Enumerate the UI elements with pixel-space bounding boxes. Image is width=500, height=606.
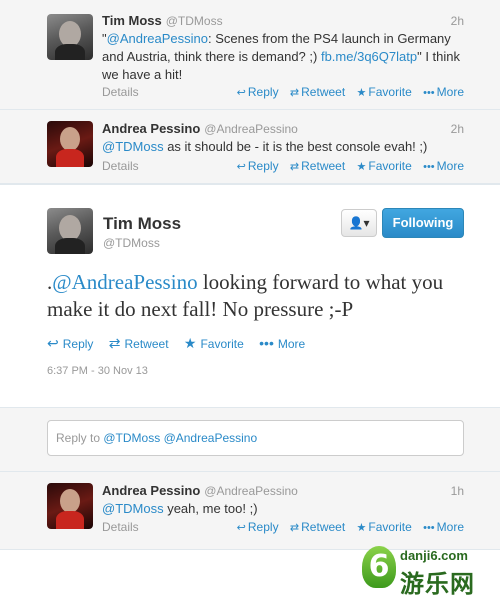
tweet-actions: ↩ Reply ⇄ Retweet ★ Favorite ••• More — [47, 335, 317, 352]
author-name[interactable]: Andrea Pessino — [102, 121, 200, 136]
ellipsis-icon: ••• — [423, 161, 435, 173]
more-button[interactable]: ••• More — [423, 159, 464, 173]
reply-label: Reply — [247, 85, 279, 99]
reply-button[interactable]: ↩ Reply — [47, 335, 94, 351]
reply-to-handle: @AndreaPessino — [163, 431, 258, 445]
person-icon: 👤 — [348, 216, 364, 230]
author-name[interactable]: Tim Moss — [102, 13, 162, 28]
retweet-label: Retweet — [301, 159, 346, 173]
retweet-label: Retweet — [301, 85, 346, 99]
author-name[interactable]: Andrea Pessino — [102, 483, 200, 498]
reply-icon: ↩ — [236, 161, 246, 173]
mention-link[interactable]: @AndreaPessino — [52, 270, 197, 294]
reply-button[interactable]: ↩ Reply — [237, 520, 279, 534]
favorite-button[interactable]: ★ Favorite — [357, 159, 412, 173]
more-button[interactable]: ••• More — [423, 520, 464, 534]
star-icon: ★ — [356, 87, 367, 99]
retweet-button[interactable]: ⇄ Retweet — [290, 85, 345, 99]
tweet-author[interactable]: Andrea Pessino @AndreaPessino — [102, 121, 298, 136]
more-button[interactable]: ••• More — [423, 85, 464, 99]
favorite-label: Favorite — [200, 337, 244, 351]
tweet-3[interactable]: Andrea Pessino @AndreaPessino 1h @TDMoss … — [0, 472, 500, 550]
author-handle[interactable]: @AndreaPessino — [204, 484, 298, 498]
watermark-logo: 6 danji6.com 游乐网 — [362, 546, 500, 606]
reply-icon: ↩ — [236, 87, 246, 99]
tweet-text-part: as it should be - it is the best console… — [163, 139, 428, 154]
tweet-author[interactable]: Tim Moss @TDMoss — [102, 13, 223, 28]
reply-button[interactable]: ↩ Reply — [237, 85, 279, 99]
more-label: More — [436, 85, 464, 99]
favorite-button[interactable]: ★ Favorite — [357, 520, 412, 534]
retweet-button[interactable]: ⇄ Retweet — [290, 520, 345, 534]
tweet-text: .@AndreaPessino looking forward to what … — [47, 269, 467, 323]
tweet-text: "@AndreaPessino: Scenes from the PS4 lau… — [102, 30, 462, 84]
author-name[interactable]: Tim Moss — [103, 214, 181, 234]
retweet-button[interactable]: ⇄ Retweet — [290, 159, 345, 173]
tweet-timestamp[interactable]: 6:37 PM - 30 Nov 13 — [47, 365, 148, 377]
favorite-button[interactable]: ★ Favorite — [183, 335, 244, 351]
tweet-time[interactable]: 2h — [451, 14, 464, 28]
retweet-icon: ⇄ — [108, 335, 121, 351]
tweet-2[interactable]: Andrea Pessino @AndreaPessino 2h @TDMoss … — [0, 110, 500, 184]
reply-label: Reply — [247, 520, 279, 534]
more-button[interactable]: ••• More — [259, 335, 306, 351]
reply-label: Reply — [247, 159, 279, 173]
author-handle[interactable]: @TDMoss — [103, 236, 160, 250]
retweet-icon: ⇄ — [289, 87, 300, 99]
details-link[interactable]: Details — [102, 159, 139, 173]
tweet-1[interactable]: Tim Moss @TDMoss 2h "@AndreaPessino: Scen… — [0, 0, 500, 110]
retweet-button[interactable]: ⇄ Retweet — [108, 335, 169, 351]
mention-link[interactable]: @AndreaPessino — [107, 31, 208, 46]
following-button[interactable]: Following — [382, 208, 464, 238]
author-handle[interactable]: @TDMoss — [166, 14, 223, 28]
tweet-time[interactable]: 1h — [451, 484, 464, 498]
more-label: More — [436, 159, 464, 173]
mention-link[interactable]: @TDMoss — [102, 501, 164, 516]
avatar[interactable] — [47, 483, 93, 529]
user-actions-button[interactable]: 👤▾ — [341, 209, 377, 237]
watermark-url: danji6.com — [400, 548, 468, 563]
favorite-button[interactable]: ★ Favorite — [357, 85, 412, 99]
reply-icon: ↩ — [236, 522, 246, 534]
tweet-text-part: yeah, me too! ;) — [163, 501, 258, 516]
tweet-author[interactable]: Andrea Pessino @AndreaPessino — [102, 483, 298, 498]
caret-down-icon: ▾ — [363, 216, 370, 230]
mention-link[interactable]: @TDMoss — [102, 139, 164, 154]
ellipsis-icon: ••• — [259, 335, 274, 351]
url-link[interactable]: fb.me/3q6Q7latp — [321, 49, 417, 64]
ellipsis-icon: ••• — [423, 87, 435, 99]
star-icon: ★ — [356, 522, 367, 534]
ellipsis-icon: ••• — [423, 522, 435, 534]
reply-button[interactable]: ↩ Reply — [237, 159, 279, 173]
retweet-icon: ⇄ — [289, 161, 300, 173]
star-icon: ★ — [183, 335, 197, 351]
expanded-tweet: Tim Moss @TDMoss 👤▾ Following .@AndreaPe… — [0, 184, 500, 408]
retweet-label: Retweet — [301, 520, 346, 534]
star-icon: ★ — [356, 161, 367, 173]
favorite-label: Favorite — [368, 159, 412, 173]
avatar[interactable] — [47, 208, 93, 254]
retweet-label: Retweet — [124, 337, 169, 351]
author-handle[interactable]: @AndreaPessino — [204, 122, 298, 136]
more-label: More — [277, 337, 306, 351]
avatar[interactable] — [47, 121, 93, 167]
reply-icon: ↩ — [47, 335, 59, 351]
avatar[interactable] — [47, 14, 93, 60]
tweet-text: @TDMoss as it should be - it is the best… — [102, 138, 462, 156]
retweet-icon: ⇄ — [289, 522, 300, 534]
favorite-label: Favorite — [368, 85, 412, 99]
tweet-time[interactable]: 2h — [451, 122, 464, 136]
watermark-text: 游乐网 — [400, 571, 475, 598]
reply-placeholder: Reply to — [56, 431, 104, 445]
tweet-text: @TDMoss yeah, me too! ;) — [102, 500, 462, 518]
favorite-label: Favorite — [368, 520, 412, 534]
reply-area: Reply to @TDMoss @AndreaPessino — [0, 408, 500, 472]
reply-to-handle: @TDMoss — [103, 431, 161, 445]
six-logo-icon: 6 — [362, 546, 396, 588]
details-link[interactable]: Details — [102, 520, 139, 534]
reply-input[interactable]: Reply to @TDMoss @AndreaPessino — [47, 420, 464, 456]
details-link[interactable]: Details — [102, 85, 139, 99]
reply-label: Reply — [62, 337, 94, 351]
more-label: More — [436, 520, 464, 534]
